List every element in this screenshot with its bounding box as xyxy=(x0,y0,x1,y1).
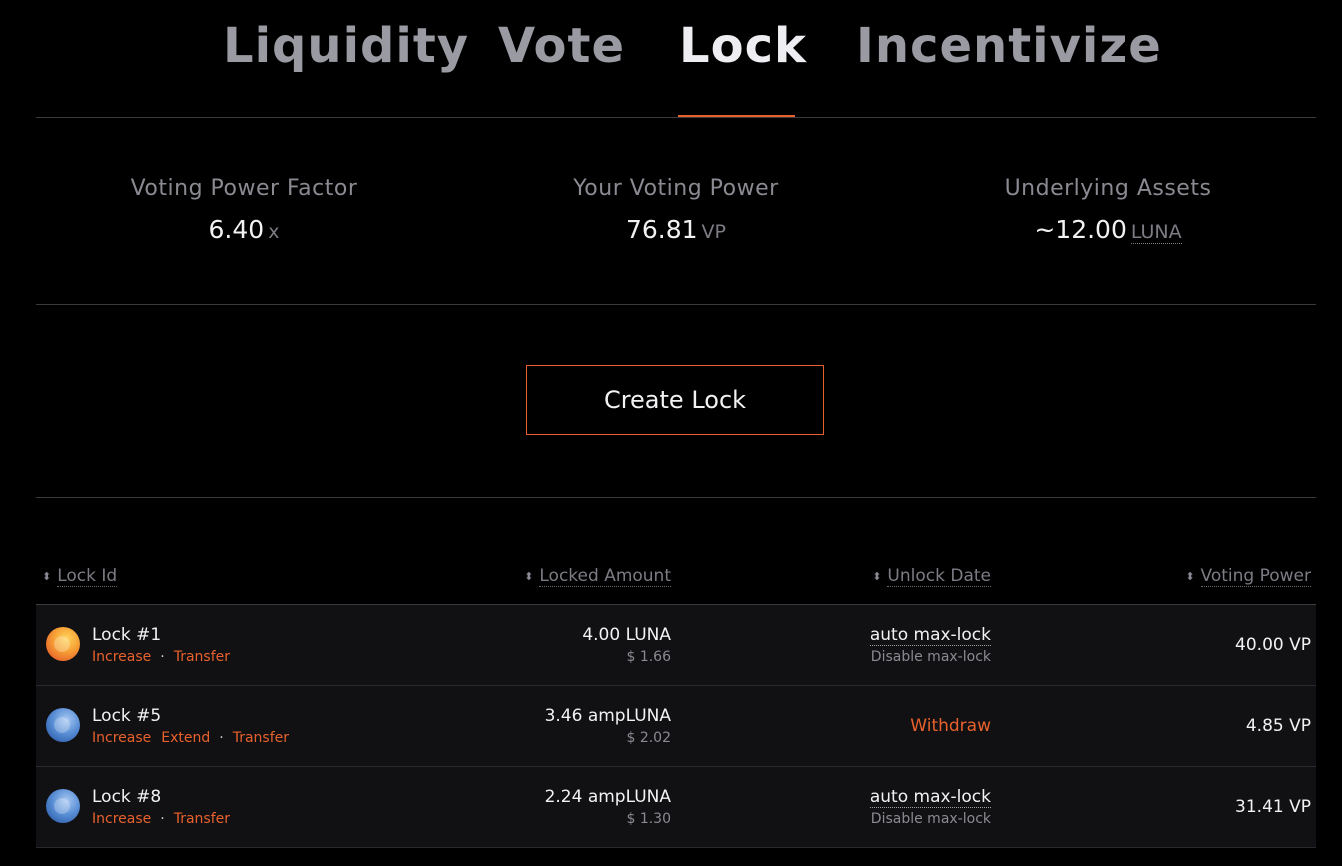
table-row: Lock #5 Increase Extend · Transfer 3.46 amp… xyxy=(36,686,1316,767)
transfer-link[interactable]: Transfer xyxy=(174,811,230,827)
tab-lock[interactable]: Lock xyxy=(679,18,807,74)
stat-label: Your Voting Power xyxy=(573,176,779,201)
lock-actions: Increase · Transfer xyxy=(92,649,230,665)
nav-tabs: Liquidity Vote Lock Incentivize xyxy=(0,0,1342,118)
withdraw-button[interactable]: Withdraw xyxy=(910,716,991,736)
voting-power-value: 31.41 VP xyxy=(1235,797,1311,817)
voting-power-factor-stat: Voting Power Factor 6.40 x xyxy=(44,176,444,244)
your-voting-power-stat: Your Voting Power 76.81 VP xyxy=(476,176,876,244)
disable-max-lock-link[interactable]: Disable max-lock xyxy=(871,811,991,827)
lock-name: Lock #8 xyxy=(92,787,162,807)
lock-name: Lock #1 xyxy=(92,625,162,645)
table-row: Lock #8 Increase · Transfer 2.24 ampLUNA $… xyxy=(36,767,1316,848)
header-unlock-date[interactable]: ⬍ Unlock Date xyxy=(872,566,991,587)
sort-icon: ⬍ xyxy=(1185,569,1195,583)
voting-power-value: 40.00 VP xyxy=(1235,635,1311,655)
header-locked-amount[interactable]: ⬍ Locked Amount xyxy=(524,566,671,587)
create-lock-button[interactable]: Create Lock xyxy=(526,365,824,435)
stat-unit: x xyxy=(268,221,280,243)
increase-link[interactable]: Increase xyxy=(92,649,151,665)
stat-label: Underlying Assets xyxy=(1004,176,1212,201)
header-lock-id[interactable]: ⬍ Lock Id xyxy=(42,566,118,587)
stat-value: 76.81 xyxy=(625,215,698,244)
voting-power-value: 4.85 VP xyxy=(1245,716,1311,736)
increase-link[interactable]: Increase xyxy=(92,730,151,746)
ampluna-token-icon xyxy=(46,708,80,742)
locked-amount: 3.46 ampLUNA xyxy=(544,706,671,726)
increase-link[interactable]: Increase xyxy=(92,811,151,827)
divider xyxy=(36,304,1316,305)
stat-value: 6.40 xyxy=(208,215,265,244)
locked-amount-usd: $ 1.66 xyxy=(626,649,671,665)
luna-token-icon xyxy=(46,627,80,661)
stat-label: Voting Power Factor xyxy=(130,176,358,201)
divider xyxy=(36,497,1316,498)
sort-icon: ⬍ xyxy=(524,569,534,583)
stat-value: ~12.00 xyxy=(1034,215,1127,244)
tab-liquidity[interactable]: Liquidity xyxy=(223,18,469,74)
lock-actions: Increase · Transfer xyxy=(92,811,230,827)
locked-amount: 4.00 LUNA xyxy=(582,625,671,645)
divider xyxy=(36,117,1316,118)
lock-actions: Increase Extend · Transfer xyxy=(92,730,289,746)
stat-unit: VP xyxy=(701,221,727,243)
locked-amount-usd: $ 2.02 xyxy=(626,730,671,746)
locks-table-header: ⬍ Lock Id ⬍ Locked Amount ⬍ Unlock Date … xyxy=(36,562,1316,605)
underlying-assets-stat: Underlying Assets ~12.00 LUNA xyxy=(908,176,1308,244)
ampluna-token-icon xyxy=(46,789,80,823)
tab-incentivize[interactable]: Incentivize xyxy=(856,18,1162,74)
lock-name: Lock #5 xyxy=(92,706,162,726)
header-voting-power[interactable]: ⬍ Voting Power xyxy=(1185,566,1311,587)
stat-unit[interactable]: LUNA xyxy=(1130,221,1182,244)
table-row: Lock #1 Increase · Transfer 4.00 LUNA $ 1.… xyxy=(36,605,1316,686)
tab-vote[interactable]: Vote xyxy=(498,18,625,74)
locked-amount: 2.24 ampLUNA xyxy=(544,787,671,807)
auto-max-lock-label[interactable]: auto max-lock xyxy=(869,787,991,808)
sort-icon: ⬍ xyxy=(42,569,52,583)
transfer-link[interactable]: Transfer xyxy=(233,730,289,746)
transfer-link[interactable]: Transfer xyxy=(174,649,230,665)
locked-amount-usd: $ 1.30 xyxy=(626,811,671,827)
extend-link[interactable]: Extend xyxy=(161,730,210,746)
disable-max-lock-link[interactable]: Disable max-lock xyxy=(871,649,991,665)
sort-icon: ⬍ xyxy=(872,569,882,583)
auto-max-lock-label[interactable]: auto max-lock xyxy=(869,625,991,646)
